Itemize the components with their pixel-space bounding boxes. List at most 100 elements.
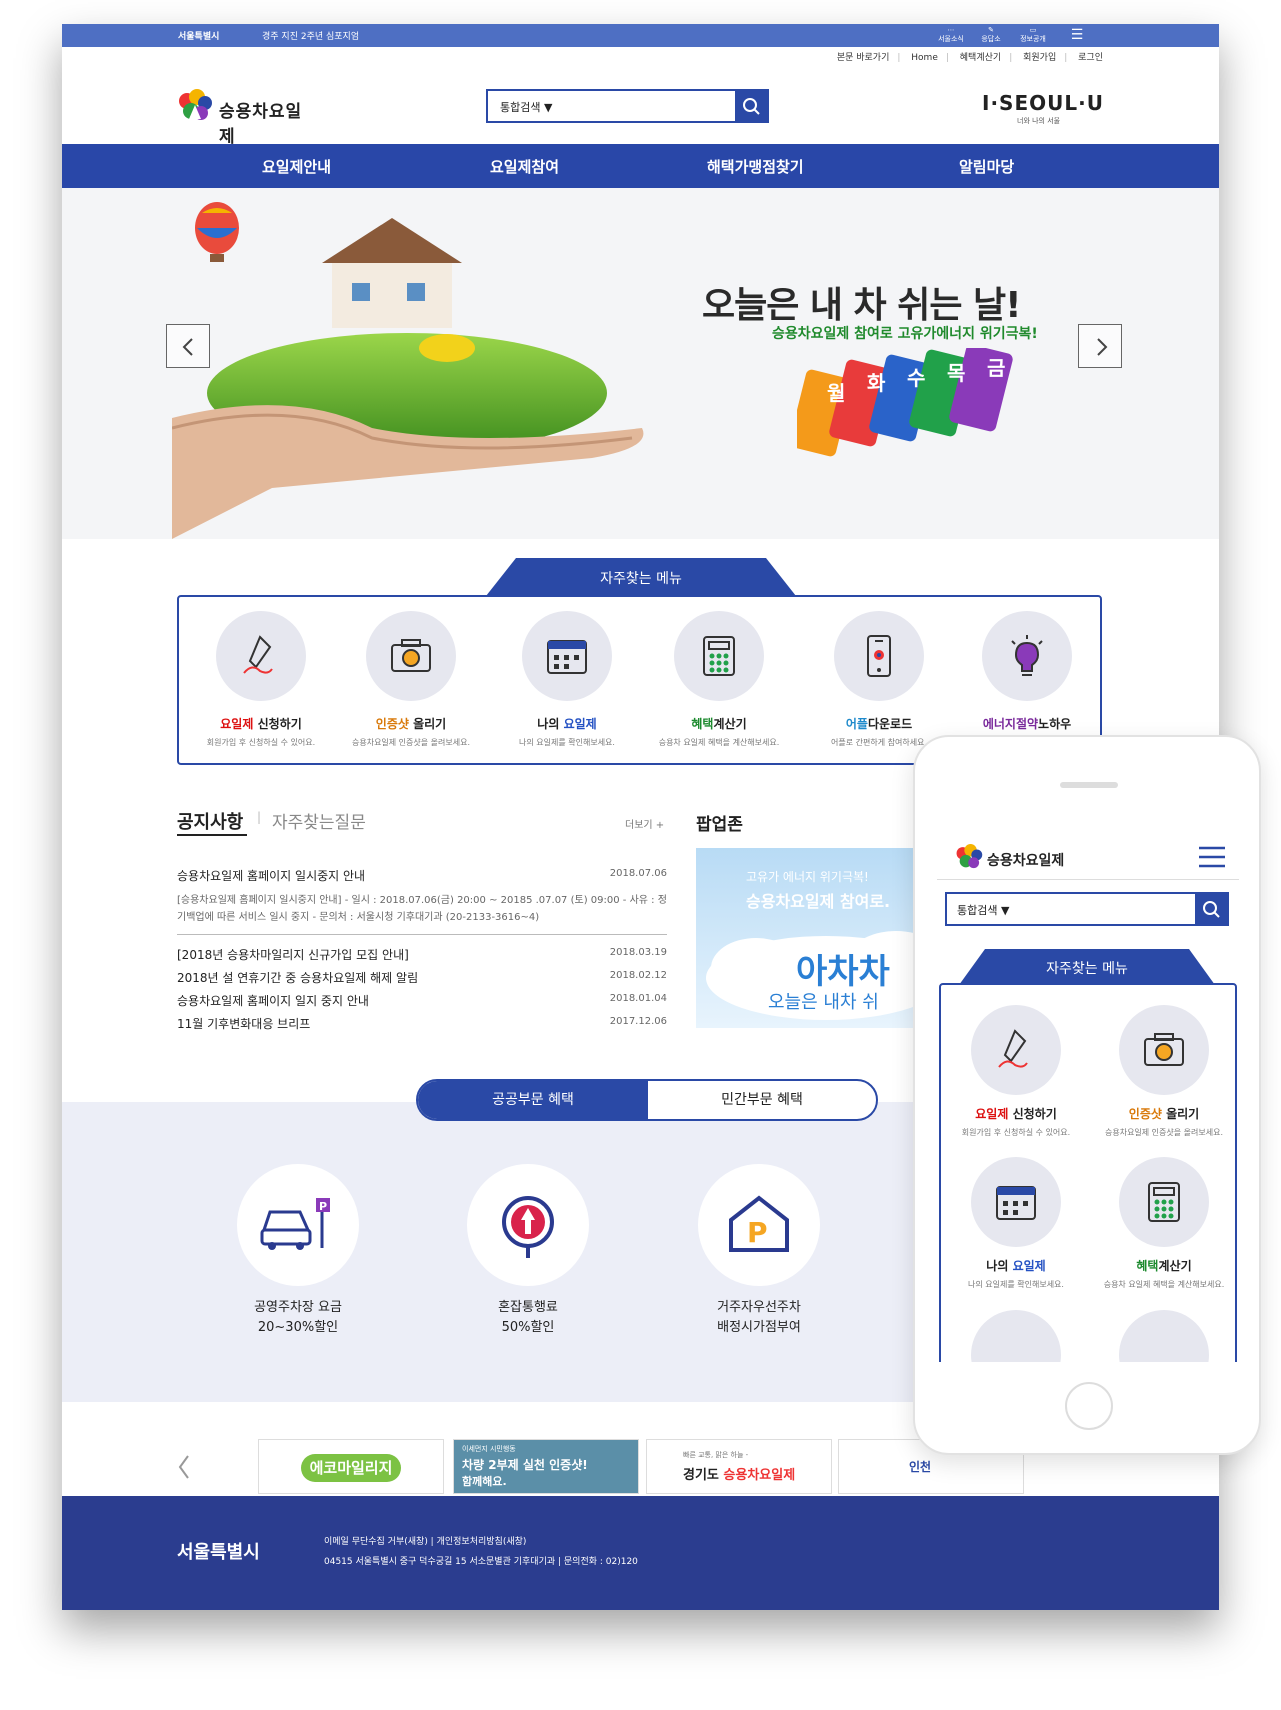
mobile-search-button[interactable] xyxy=(1195,894,1227,924)
mobile-quick-item-calculator[interactable]: 혜택계산기 승용차 요일제 혜택을 계산해보세요. xyxy=(1089,1157,1239,1290)
hamburger-menu-icon[interactable] xyxy=(1199,846,1225,868)
footer-address: 04515 서울특별시 중구 덕수궁길 15 서소문별관 기후대기과 | 문의전… xyxy=(324,1557,638,1567)
mobile-quick-item-energy-tips[interactable] xyxy=(1089,1310,1239,1362)
benefit-calculator-link[interactable]: 혜택계산기 xyxy=(960,53,1001,63)
quick-item-energy-tips[interactable]: 에너지절약노하우 xyxy=(957,611,1097,737)
footer-links[interactable]: 이메일 무단수집 거부(새창) | 개인정보처리방침(새창) xyxy=(324,1534,526,1547)
banner-car-2part[interactable]: 이세먼지 시민행동 차량 2부제 실천 인증샷! 함께해요. xyxy=(453,1439,639,1494)
login-link[interactable]: 로그인 xyxy=(1078,53,1103,63)
notice-row[interactable]: [2018년 승용차마일리지 신규가입 모집 안내] 2018.03.19 xyxy=(177,946,667,963)
site-logo[interactable]: 승용차요일제 xyxy=(177,89,317,147)
calculator-icon xyxy=(703,636,735,676)
smartphone-icon xyxy=(867,635,891,677)
day-wed: 수 xyxy=(907,366,925,390)
logo-mark-icon xyxy=(179,89,212,120)
seoul-city-link[interactable]: 서울특별시 xyxy=(178,29,219,42)
search-icon xyxy=(743,98,760,115)
benefit-tabs: 공공부문 혜택 민간부문 혜택 xyxy=(416,1079,878,1121)
tab-notices[interactable]: 공지사항 xyxy=(177,808,243,834)
iseoulu-subtitle: 너와 나의 서울 xyxy=(1017,117,1061,125)
mobile-quick-item-my-schedule[interactable]: 나의 요일제 나의 요일제를 확인해보세요. xyxy=(941,1157,1091,1290)
quick-item-my-schedule[interactable]: 나의 요일제 나의 요일제를 확인해보세요. xyxy=(497,611,637,748)
car-parking-icon: P xyxy=(260,1198,330,1250)
pen-icon xyxy=(243,635,273,674)
parking-house-icon: P xyxy=(729,1195,789,1252)
hero-title: 오늘은 내 차 쉬는 날! xyxy=(702,285,1022,326)
day-thu: 목 xyxy=(947,361,965,385)
notice-row[interactable]: 11월 기후변화대응 브리프 2017.12.06 xyxy=(177,1015,667,1032)
notice-divider xyxy=(177,934,667,935)
svg-text:P: P xyxy=(319,1200,327,1213)
search-scope-select[interactable]: 통합검색 ▼ xyxy=(500,99,552,115)
util-links: 본문 바로가기 | Home | 혜택계산기 | 회원가입 | 로그인 xyxy=(836,53,1103,63)
more-link[interactable]: 더보기 + xyxy=(625,816,664,831)
stage: 서울특별시 경주 지진 2주년 심포지엄 ⋯ 서울소식 ✎ 응답소 ▭ 정보공개 ☰ … xyxy=(0,0,1281,1710)
tab-divider: | xyxy=(257,810,262,824)
info-open-icon[interactable]: ▭ 정보공개 xyxy=(1014,26,1052,44)
mobile-quick-menu-title: 자주찾는 메뉴 xyxy=(1046,961,1128,977)
hero-prev-button[interactable] xyxy=(166,324,210,368)
sitemap-icon[interactable]: ☰ xyxy=(1058,26,1096,44)
mobile-screen: 승용차요일제 통합검색 ▼ 자주찾는 메뉴 요일제 신청하기 회원가입 후 신청… xyxy=(937,832,1239,1362)
banner-eco-mileage[interactable]: 에코마일리지 xyxy=(258,1439,444,1494)
notice-row[interactable]: 승용차요일제 홈페이지 일지 중지 안내 2018.01.04 xyxy=(177,992,667,1009)
hero-illustration xyxy=(172,202,644,539)
tab-faq[interactable]: 자주찾는질문 xyxy=(272,808,366,833)
phone-speaker xyxy=(1060,782,1118,788)
quick-menu-header: 자주찾는 메뉴 xyxy=(486,558,796,596)
iseoulu-logo[interactable]: I·SEOUL·U xyxy=(982,91,1104,115)
banner-gyeonggi[interactable]: 빠른 교통, 맑은 하늘 - 경기도 승용차요일제 xyxy=(646,1439,832,1494)
lightbulb-icon xyxy=(1011,635,1043,676)
quick-item-apply[interactable]: 요일제 신청하기 회원가입 후 신청하실 수 있어요. xyxy=(191,611,331,748)
topbar-notice[interactable]: 경주 지진 2주년 심포지엄 xyxy=(262,29,359,42)
mobile-quick-item-photo[interactable]: 인증샷 올리기 승용차요일제 인증샷을 올려보세요. xyxy=(1089,1005,1239,1138)
mobile-logo[interactable]: 승용차요일제 xyxy=(955,844,1085,874)
chevron-left-icon xyxy=(182,338,193,356)
mobile-quick-menu: 요일제 신청하기 회원가입 후 신청하실 수 있어요. 인증샷 올리기 승용차요… xyxy=(939,983,1237,1362)
notice-row[interactable]: 2018년 설 연휴기간 중 승용차요일제 해제 알림 2018.02.12 xyxy=(177,969,667,986)
nav-item-participate[interactable]: 요일제참여 xyxy=(490,156,559,177)
seoul-news-icon[interactable]: ⋯ 서울소식 xyxy=(932,26,970,44)
mobile-search-scope-select[interactable]: 통합검색 ▼ xyxy=(957,902,1009,918)
mobile-header-divider xyxy=(937,879,1239,880)
nav-item-notice-board[interactable]: 알림마당 xyxy=(959,156,1014,177)
popup-line3: 오늘은 내차 쉬 xyxy=(768,992,879,1013)
response-icon[interactable]: ✎ 응답소 xyxy=(972,26,1010,44)
pen-icon xyxy=(998,1029,1028,1068)
banner-prev-icon[interactable] xyxy=(174,1452,194,1482)
notice-summary: [승용차요일제 홈페이지 일시중지 안내] - 일시 : 2018.07.06(… xyxy=(177,895,667,923)
quick-item-app-download[interactable]: 어플다운로드 어플로 간편하게 참여하세요. xyxy=(809,611,949,748)
mobile-quick-item-app-download[interactable] xyxy=(941,1310,1091,1362)
popup-line1: 고유가 에너지 위기극복! xyxy=(746,870,869,884)
nav-item-intro[interactable]: 요일제안내 xyxy=(262,156,331,177)
tab-public-benefit[interactable]: 공공부문 혜택 xyxy=(418,1081,648,1119)
day-tue: 화 xyxy=(867,371,886,395)
popup-big-text: 아차차 xyxy=(796,952,890,992)
quick-item-calculator[interactable]: 혜택계산기 승용차 요일제 혜택을 계산해보세요. xyxy=(649,611,789,748)
road-sign-icon xyxy=(502,1196,554,1258)
signup-link[interactable]: 회원가입 xyxy=(1023,53,1056,63)
nav-item-store-search[interactable]: 해택가맹점찾기 xyxy=(707,156,804,177)
calendar-icon xyxy=(547,640,587,674)
mobile-search-box: 통합검색 ▼ xyxy=(945,892,1229,926)
top-utility-bar: 서울특별시 경주 지진 2주년 심포지엄 ⋯ 서울소식 ✎ 응답소 ▭ 정보공개 ☰ xyxy=(62,24,1219,47)
day-mon: 월 xyxy=(827,381,845,405)
mobile-quick-menu-header: 자주찾는 메뉴 xyxy=(959,949,1215,985)
skip-to-content-link[interactable]: 본문 바로가기 xyxy=(837,53,890,63)
calendar-icon xyxy=(996,1186,1036,1220)
hero-next-button[interactable] xyxy=(1078,324,1122,368)
mobile-logo-mark-icon xyxy=(956,844,983,869)
quick-item-photo[interactable]: 인증샷 올리기 승용차요일제 인증샷을 올려보세요. xyxy=(341,611,481,748)
popup-line2: 승용차요일제 참여로. xyxy=(746,892,891,911)
camera-icon xyxy=(1144,1033,1184,1066)
day-fri: 금 xyxy=(987,356,1005,380)
hero-banner: 오늘은 내 차 쉬는 날! 승용차요일제 참여로 고유가에너지 위기극복! 월 … xyxy=(62,188,1219,539)
tab-private-benefit[interactable]: 민간부문 혜택 xyxy=(648,1081,876,1119)
popup-zone-title: 팝업존 xyxy=(696,815,743,835)
mobile-quick-item-apply[interactable]: 요일제 신청하기 회원가입 후 신청하실 수 있어요. xyxy=(941,1005,1091,1138)
home-link[interactable]: Home xyxy=(911,53,938,63)
main-navigation: 요일제안내 요일제참여 해택가맹점찾기 알림마당 xyxy=(62,144,1219,188)
mobile-device-mockup: 승용차요일제 통합검색 ▼ 자주찾는 메뉴 요일제 신청하기 회원가입 후 신청… xyxy=(913,735,1261,1455)
notice-row-featured[interactable]: 승용차요일제 홈페이지 일시중지 안내 2018.07.06 xyxy=(177,867,667,884)
search-button[interactable] xyxy=(735,91,767,121)
